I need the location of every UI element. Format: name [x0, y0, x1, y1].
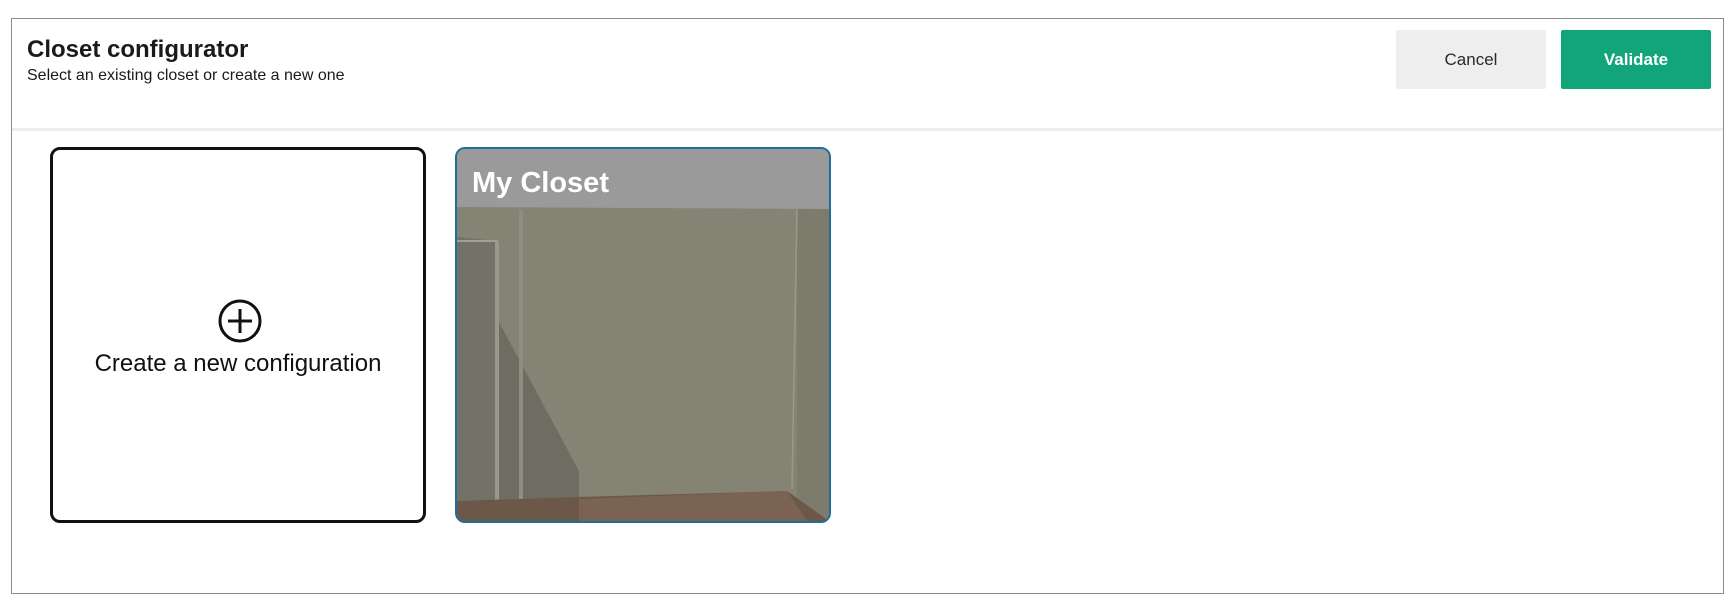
validate-button[interactable]: Validate	[1561, 30, 1711, 89]
page-title: Closet configurator	[27, 36, 249, 63]
create-new-configuration-card[interactable]: Create a new configuration	[50, 147, 426, 523]
dialog-header: Closet configurator Select an existing c…	[12, 19, 1723, 131]
closet-name-label: My Closet	[472, 167, 609, 199]
page-subtitle: Select an existing closet or create a ne…	[27, 67, 345, 84]
plus-circle-icon	[218, 299, 262, 343]
create-new-configuration-label: Create a new configuration	[94, 350, 382, 377]
closet-card-my-closet[interactable]: My Closet	[455, 147, 831, 523]
cancel-button[interactable]: Cancel	[1396, 30, 1546, 89]
closet-configurator-dialog: Closet configurator Select an existing c…	[11, 18, 1724, 594]
